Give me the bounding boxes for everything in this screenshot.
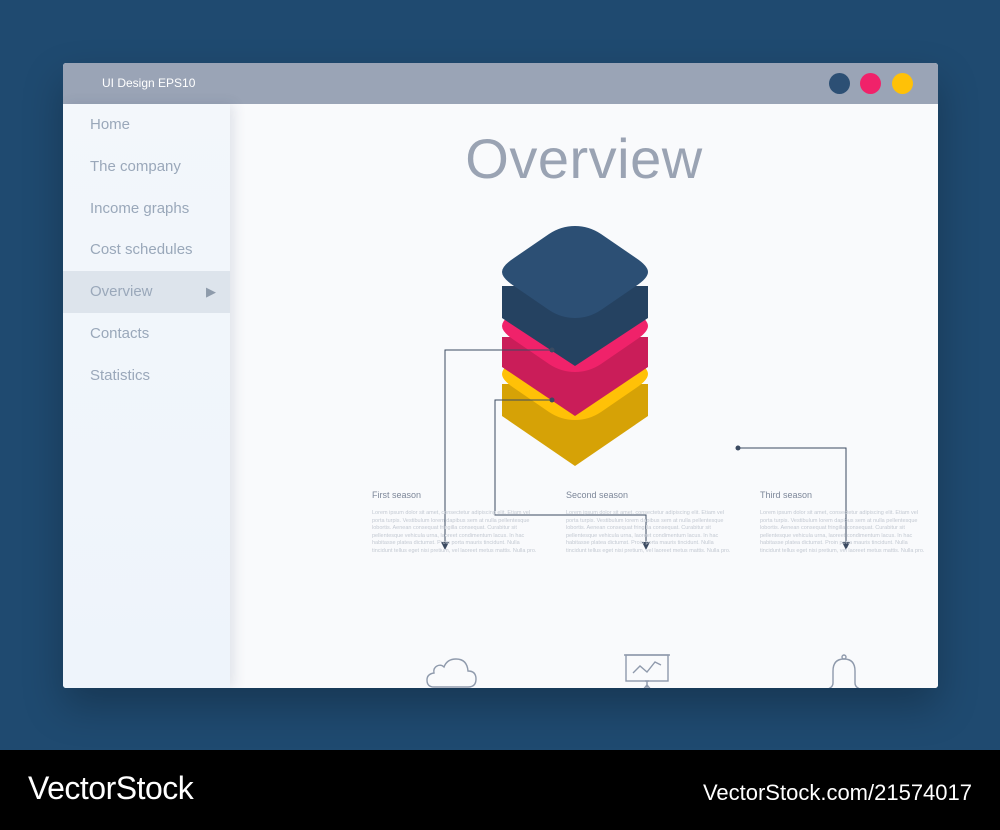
sidebar-item-contacts[interactable]: Contacts	[63, 313, 230, 355]
sidebar-item-label: The company	[90, 158, 181, 175]
season-label-third: Third season	[760, 490, 813, 500]
sidebar-item-overview[interactable]: Overview ▶	[63, 271, 230, 313]
presentation-board-icon	[624, 654, 670, 688]
app-window: UI Design EPS10 Home The company Income …	[63, 63, 938, 688]
sidebar-item-label: Statistics	[90, 367, 151, 384]
bell-icon	[828, 654, 860, 688]
season-label-second: Second season	[566, 490, 629, 500]
window-title: UI Design EPS10	[102, 76, 196, 90]
close-button[interactable]	[892, 73, 913, 94]
cloud-icon	[426, 658, 477, 688]
season-label-first: First season	[372, 490, 422, 500]
sidebar-item-income-graphs[interactable]: Income graphs	[63, 188, 230, 230]
sidebar-item-label: Contacts	[90, 325, 150, 342]
maximize-button[interactable]	[860, 73, 881, 94]
season-text-second: Lorem ipsum dolor sit amet, consectetur …	[566, 510, 731, 554]
sidebar-item-label: Cost schedules	[90, 241, 193, 258]
main-content: Overview First season Lorem ipsum dolor …	[230, 104, 938, 688]
play-arrow-icon: ▶	[206, 284, 216, 299]
sidebar-item-label: Overview	[90, 283, 153, 300]
watermark-brand: VectorStock	[28, 770, 194, 806]
sidebar-item-statistics[interactable]: Statistics	[63, 355, 230, 397]
sidebar-item-home[interactable]: Home	[63, 104, 230, 146]
sidebar-item-label: Income graphs	[90, 200, 190, 217]
watermark-bar: VectorStock VectorStock.com/21574017	[0, 750, 1000, 830]
watermark-id: VectorStock.com/21574017	[702, 780, 972, 805]
sidebar-item-the-company[interactable]: The company	[63, 146, 230, 188]
sidebar-nav: Home The company Income graphs Cost sche…	[63, 104, 230, 688]
season-text-third: Lorem ipsum dolor sit amet, consectetur …	[760, 510, 925, 554]
season-text-first: Lorem ipsum dolor sit amet, consectetur …	[372, 510, 537, 554]
sidebar-item-cost-schedules[interactable]: Cost schedules	[63, 229, 230, 271]
title-bar: UI Design EPS10	[63, 63, 938, 104]
layer-stack-diagram	[441, 226, 850, 550]
sidebar-item-label: Home	[90, 116, 131, 133]
minimize-button[interactable]	[829, 73, 850, 94]
